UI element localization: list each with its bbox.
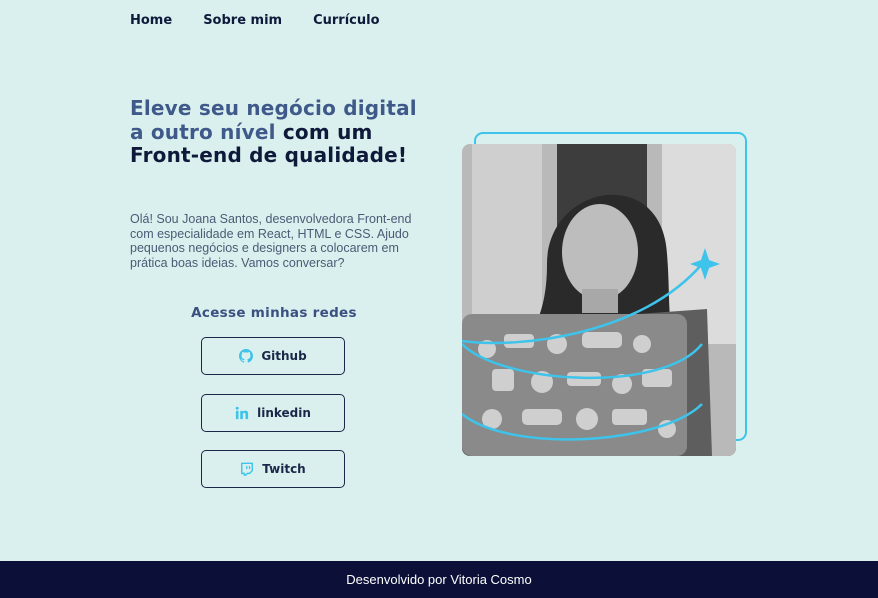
linkedin-label: linkedin (257, 406, 311, 420)
social-title: Acesse minhas redes (191, 305, 357, 321)
twitch-label: Twitch (262, 462, 306, 476)
linkedin-icon (235, 406, 249, 420)
headline-accent: Eleve seu negócio digital a outro nível (130, 96, 417, 144)
footer-credit: Desenvolvido por Vitoria Cosmo (346, 572, 532, 587)
nav-curriculo[interactable]: Currículo (313, 13, 379, 28)
github-label: Github (261, 349, 307, 363)
profile-photo (462, 144, 736, 456)
nav-sobre-mim[interactable]: Sobre mim (203, 13, 282, 28)
twitch-icon (241, 462, 254, 476)
nav-home[interactable]: Home (130, 13, 172, 28)
github-icon (239, 349, 254, 363)
page-footer: Desenvolvido por Vitoria Cosmo (0, 561, 878, 598)
hero-headline: Eleve seu negócio digital a outro nível … (130, 96, 430, 168)
twitch-button[interactable]: Twitch (201, 450, 345, 488)
hero-intro: Olá! Sou Joana Santos, desenvolvedora Fr… (130, 212, 412, 270)
github-button[interactable]: Github (201, 337, 345, 375)
profile-photo-illustration (462, 144, 736, 456)
linkedin-button[interactable]: linkedin (201, 394, 345, 432)
top-nav: Home Sobre mim Currículo (130, 13, 411, 28)
